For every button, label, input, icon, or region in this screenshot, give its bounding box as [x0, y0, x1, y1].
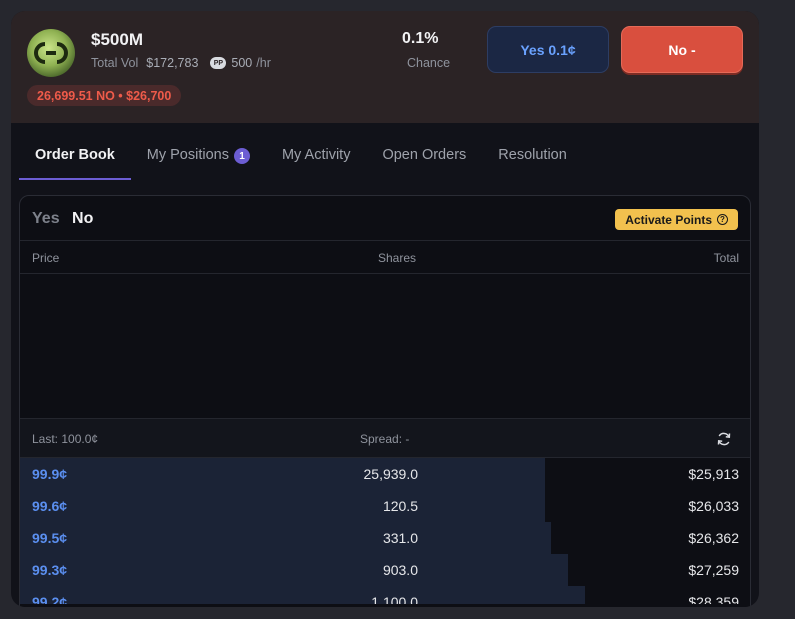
- tab-resolution[interactable]: Resolution: [482, 144, 583, 180]
- total-vol-value: $172,783: [146, 56, 199, 70]
- row-total: $28,359: [688, 594, 739, 604]
- tab-label: Open Orders: [382, 147, 467, 163]
- tab-my-activity[interactable]: My Activity: [266, 144, 366, 180]
- tab-label: Order Book: [35, 147, 115, 163]
- column-headers: Price Shares Total: [20, 241, 750, 274]
- points-rate: 500: [231, 56, 253, 70]
- depth-bar: [20, 458, 546, 490]
- order-row[interactable]: 99.9¢ 25,939.0 $25,913: [20, 458, 750, 490]
- row-shares: 25,939.0: [363, 466, 419, 482]
- tab-label: My Activity: [281, 147, 351, 163]
- tab-open-orders[interactable]: Open Orders: [366, 144, 482, 180]
- tab-label: Resolution: [498, 147, 567, 163]
- order-book-panel: Yes No Activate Points ? Price Shares To…: [19, 195, 751, 607]
- refresh-icon[interactable]: [716, 431, 732, 447]
- col-total: Total: [713, 251, 739, 265]
- row-price: 99.9¢: [32, 466, 68, 482]
- tab-my-positions[interactable]: My Positions 1: [131, 144, 266, 180]
- order-row[interactable]: 99.5¢ 331.0 $26,362: [20, 522, 750, 554]
- outcome-yes-toggle[interactable]: Yes: [32, 210, 60, 227]
- positions-count-badge: 1: [233, 148, 250, 164]
- chance-label: Chance: [407, 56, 451, 70]
- tab-label: My Positions: [146, 147, 229, 163]
- depth-bar: [20, 522, 551, 554]
- market-card: $500M Total Vol $172,783 PP 500 /hr 0.1%…: [11, 11, 759, 607]
- row-price: 99.3¢: [32, 562, 68, 578]
- link-icon: [34, 42, 68, 64]
- col-shares: Shares: [378, 251, 417, 265]
- buy-yes-button[interactable]: Yes 0.1¢: [487, 26, 609, 73]
- row-price: 99.6¢: [32, 498, 68, 514]
- market-logo: [27, 29, 75, 77]
- tab-order-book[interactable]: Order Book: [19, 144, 131, 180]
- row-shares: 903.0: [382, 562, 418, 578]
- total-vol-label: Total Vol: [91, 56, 139, 70]
- outcome-toggle: Yes No: [32, 210, 93, 228]
- row-total: $27,259: [688, 562, 739, 578]
- depth-bar: [20, 586, 586, 604]
- bid-rows: 99.9¢ 25,939.0 $25,913 99.6¢ 120.5 $26,0…: [20, 458, 750, 604]
- chance-value: 0.1%: [402, 30, 439, 47]
- activate-points-label: Activate Points: [625, 212, 712, 227]
- depth-bar: [20, 490, 546, 522]
- activate-points-button[interactable]: Activate Points ?: [615, 209, 738, 230]
- row-shares: 1,100.0: [371, 594, 418, 604]
- market-title: $500M: [91, 30, 143, 49]
- col-price: Price: [32, 251, 60, 265]
- spread-bar: Last: 100.0¢ Spread: -: [20, 418, 750, 458]
- row-total: $26,362: [688, 530, 739, 546]
- row-total: $25,913: [688, 466, 739, 482]
- market-header: $500M Total Vol $172,783 PP 500 /hr 0.1%…: [11, 11, 759, 123]
- points-icon: PP: [210, 57, 227, 69]
- row-shares: 120.5: [382, 498, 418, 514]
- points-unit: /hr: [256, 56, 271, 70]
- row-total: $26,033: [688, 498, 739, 514]
- row-price: 99.2¢: [32, 594, 68, 604]
- order-row[interactable]: 99.3¢ 903.0 $27,259: [20, 554, 750, 586]
- row-price: 99.5¢: [32, 530, 68, 546]
- row-shares: 331.0: [382, 530, 418, 546]
- last-price: Last: 100.0¢: [32, 432, 99, 446]
- buy-no-button[interactable]: No -: [621, 26, 743, 73]
- depth-bar: [20, 554, 569, 586]
- tab-bar: Order Book My Positions 1 My Activity Op…: [19, 144, 583, 180]
- outcome-no-toggle[interactable]: No: [72, 210, 93, 227]
- order-row[interactable]: 99.6¢ 120.5 $26,033: [20, 490, 750, 522]
- help-icon: ?: [717, 214, 728, 225]
- market-meta: Total Vol $172,783 PP 500 /hr: [91, 56, 271, 70]
- order-row[interactable]: 99.2¢ 1,100.0 $28,359: [20, 586, 750, 604]
- position-badge: 26,699.51 NO • $26,700: [27, 85, 182, 106]
- order-book-toolbar: Yes No Activate Points ?: [20, 196, 750, 241]
- spread-value: Spread: -: [360, 432, 410, 446]
